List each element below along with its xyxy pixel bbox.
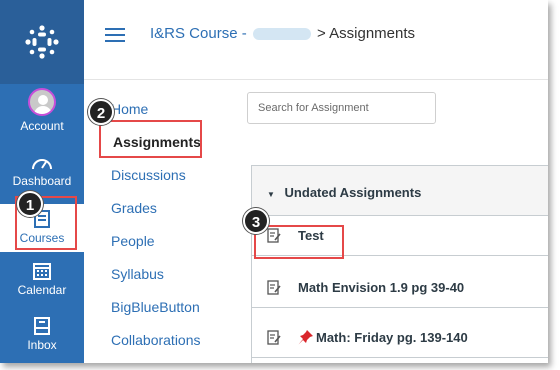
course-nav-home[interactable]: Home	[111, 101, 148, 117]
canvas-logo-icon	[25, 25, 59, 59]
breadcrumb: I&RS Course - > Assignments	[150, 25, 415, 42]
nav-inbox[interactable]: Inbox	[0, 316, 84, 352]
course-nav-grades[interactable]: Grades	[111, 200, 157, 216]
highlight-assignments	[99, 120, 202, 158]
hamburger-menu-icon[interactable]	[105, 28, 125, 42]
collapse-caret-icon: ▼	[267, 190, 275, 199]
canvas-logo[interactable]	[0, 0, 84, 84]
nav-account-label: Account	[20, 119, 64, 133]
global-nav: Account Dashboard Courses Calendar Inbox	[0, 0, 84, 363]
step-badge-1: 1	[17, 191, 43, 217]
course-nav-people[interactable]: People	[111, 233, 155, 249]
inbox-icon	[34, 317, 50, 335]
step-badge-3: 3	[243, 208, 269, 234]
nav-calendar[interactable]: Calendar	[0, 261, 84, 297]
nav-dashboard[interactable]: Dashboard	[0, 154, 84, 188]
step-badge-2: 2	[88, 99, 114, 125]
calendar-icon	[33, 263, 51, 280]
assignment-group: ▼ Undated Assignments Test Math Envision…	[251, 165, 548, 363]
highlight-test-assignment	[254, 225, 344, 259]
assignment-title[interactable]: Math: Friday pg. 139-140	[316, 330, 468, 345]
breadcrumb-separator: >	[317, 25, 326, 42]
assignment-group-title: Undated Assignments	[284, 185, 422, 200]
breadcrumb-course-link[interactable]: I&RS Course -	[150, 25, 247, 42]
course-nav-collaborations[interactable]: Collaborations	[111, 332, 201, 348]
course-nav-syllabus[interactable]: Syllabus	[111, 266, 164, 282]
assignment-icon	[267, 280, 281, 295]
pushpin-icon	[298, 330, 313, 345]
nav-calendar-label: Calendar	[17, 283, 67, 297]
dashboard-icon	[32, 159, 52, 170]
app-window: Account Dashboard Courses Calendar Inbox…	[0, 0, 548, 363]
assignment-row[interactable]: Math: Friday pg. 139-140	[252, 318, 548, 358]
page-header: I&RS Course - > Assignments	[84, 0, 548, 80]
assignment-group-header[interactable]: ▼ Undated Assignments	[252, 166, 548, 216]
course-nav-discussions[interactable]: Discussions	[111, 167, 186, 183]
assignment-row[interactable]: Math Envision 1.9 pg 39-40	[252, 268, 548, 308]
nav-dashboard-label: Dashboard	[12, 174, 72, 188]
avatar-icon	[28, 88, 56, 116]
breadcrumb-current: Assignments	[329, 25, 416, 42]
course-nav-bigbluebutton[interactable]: BigBlueButton	[111, 299, 200, 315]
assignment-icon	[267, 330, 281, 345]
nav-inbox-label: Inbox	[27, 338, 57, 352]
assignment-title[interactable]: Math Envision 1.9 pg 39-40	[298, 280, 464, 295]
nav-account[interactable]: Account	[0, 88, 84, 133]
redacted-course-name	[252, 28, 311, 41]
search-assignment-input[interactable]: Search for Assignment	[247, 92, 436, 124]
